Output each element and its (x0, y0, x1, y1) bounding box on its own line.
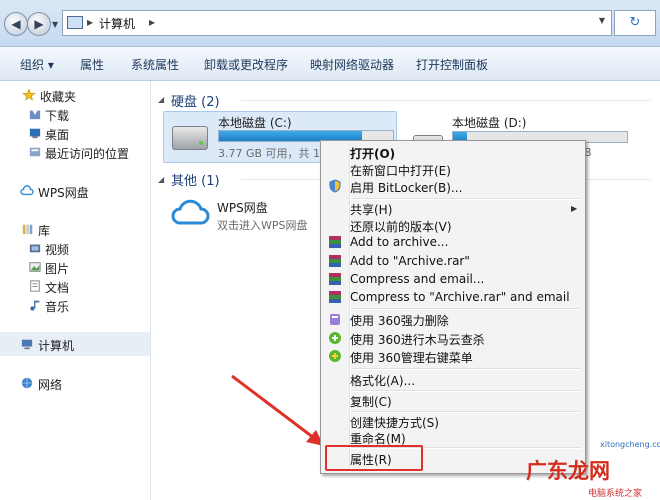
cloud-icon (20, 185, 34, 196)
winrar-icon (329, 255, 341, 267)
wps-cloud-description: 双击进入WPS网盘 (217, 219, 308, 232)
menu-item-360-trojan-scan[interactable]: 使用 360进行木马云查杀 (350, 331, 485, 348)
computer-icon (67, 16, 83, 29)
network-icon (21, 377, 33, 389)
open-control-panel-button[interactable]: 打开控制面板 (416, 56, 488, 73)
menu-item-format[interactable]: 格式化(A)... (350, 372, 415, 389)
drive-c-free-space: 3.77 GB 可用，共 17 (218, 147, 328, 160)
menu-item-create-shortcut[interactable]: 创建快捷方式(S) (350, 414, 439, 431)
menu-separator (351, 368, 581, 370)
back-arrow-icon: ◀ (11, 17, 21, 31)
download-folder-icon (29, 110, 41, 120)
sidebar-item-favorites[interactable]: 收藏夹 (40, 88, 76, 105)
navigation-pane: 收藏夹 下载 桌面 最近访问的位置 WPS网盘 库 视频 图片 文档 音乐 计算… (0, 81, 151, 500)
menu-item-add-to-archive[interactable]: Add to archive... (350, 235, 448, 249)
menu-item-share[interactable]: 共享(H) (350, 201, 392, 218)
properties-button[interactable]: 属性 (80, 56, 104, 73)
menu-item-bitlocker[interactable]: 启用 BitLocker(B)... (350, 179, 462, 196)
sidebar-item-downloads[interactable]: 下载 (45, 107, 69, 124)
sidebar-item-computer[interactable]: 计算机 (38, 337, 74, 354)
menu-item-compress-and-email[interactable]: Compress and email... (350, 272, 484, 286)
menu-separator (351, 390, 581, 392)
group-header-hard-disks[interactable]: 硬盘 (2) (171, 91, 220, 110)
collapse-triangle-icon[interactable]: ◢ (158, 175, 164, 184)
collapse-triangle-icon[interactable]: ◢ (158, 95, 164, 104)
pictures-icon (29, 262, 41, 272)
sidebar-item-videos[interactable]: 视频 (45, 241, 69, 258)
winrar-icon (329, 236, 341, 248)
star-icon (22, 89, 36, 101)
forward-button[interactable]: ▶ (27, 12, 51, 36)
refresh-icon: ↻ (629, 15, 641, 30)
menu-item-add-to-archive-rar[interactable]: Add to "Archive.rar" (350, 254, 470, 268)
forward-arrow-icon: ▶ (34, 17, 44, 31)
refresh-button[interactable]: ↻ (614, 10, 656, 36)
menu-item-360-manage-menu[interactable]: 使用 360管理右键菜单 (350, 349, 473, 366)
group-divider (241, 100, 651, 101)
path-separator[interactable]: ▸ (149, 15, 155, 29)
annotation-arrow-icon (231, 374, 324, 446)
winrar-icon (329, 273, 341, 285)
shield-icon (329, 179, 341, 193)
drive-c-name: 本地磁盘 (C:) (218, 116, 292, 130)
menu-item-compress-rar-and-email[interactable]: Compress to "Archive.rar" and email (350, 290, 570, 304)
path-box[interactable]: ▸ 计算机 ▸ ▼ (62, 10, 612, 36)
watermark-subtitle: 电脑系统之家 (588, 489, 643, 499)
path-separator[interactable]: ▸ (87, 15, 93, 29)
menu-item-open-new-window[interactable]: 在新窗口中打开(E) (350, 162, 451, 179)
path-computer-crumb[interactable]: 计算机 (99, 15, 135, 32)
video-icon (29, 244, 41, 253)
back-button[interactable]: ◀ (4, 12, 28, 36)
submenu-arrow-icon: ▶ (571, 204, 578, 213)
sidebar-item-music[interactable]: 音乐 (45, 298, 69, 315)
360-manage-icon (329, 350, 341, 362)
recent-places-icon (29, 147, 41, 157)
menu-item-copy[interactable]: 复制(C) (350, 393, 392, 410)
menu-item-360-force-delete[interactable]: 使用 360强力删除 (350, 312, 449, 329)
desktop-icon (29, 128, 41, 139)
map-network-drive-button[interactable]: 映射网络驱动器 (310, 56, 394, 73)
group-header-other[interactable]: 其他 (1) (171, 170, 220, 189)
menu-item-restore-versions[interactable]: 还原以前的版本(V) (350, 218, 452, 235)
wps-cloud-icon[interactable] (171, 197, 211, 227)
sidebar-item-network[interactable]: 网络 (38, 376, 62, 393)
sidebar-item-pictures[interactable]: 图片 (45, 260, 69, 277)
sidebar-item-libraries[interactable]: 库 (38, 222, 50, 239)
360-force-delete-icon (330, 314, 340, 325)
properties-highlight-box (325, 445, 423, 471)
menu-separator (351, 308, 581, 310)
watermark-url: xitongcheng.com (600, 440, 660, 449)
computer-icon (21, 339, 33, 350)
sidebar-item-recent-places[interactable]: 最近访问的位置 (45, 145, 129, 162)
documents-icon (30, 280, 40, 292)
address-bar: ◀ ▶ ▼ ▸ 计算机 ▸ ▼ ↻ (0, 0, 660, 47)
sidebar-item-wps-cloud[interactable]: WPS网盘 (38, 184, 89, 201)
wps-cloud-name[interactable]: WPS网盘 (217, 199, 268, 216)
uninstall-program-button[interactable]: 卸载或更改程序 (204, 56, 288, 73)
sidebar-item-desktop[interactable]: 桌面 (45, 126, 69, 143)
360-scan-icon (329, 332, 341, 344)
hard-drive-icon (172, 126, 208, 150)
menu-separator (351, 198, 581, 200)
music-icon (30, 300, 40, 311)
menu-item-open[interactable]: 打开(O) (350, 145, 395, 162)
drive-d-name[interactable]: 本地磁盘 (D:) (452, 114, 526, 131)
winrar-icon (329, 291, 341, 303)
recent-pages-dropdown-icon[interactable]: ▼ (52, 20, 58, 29)
system-properties-button[interactable]: 系统属性 (131, 56, 179, 73)
organize-menu-button[interactable]: 组织 ▾ (20, 56, 54, 73)
command-toolbar: 组织 ▾ 属性 系统属性 卸载或更改程序 映射网络驱动器 打开控制面板 (0, 47, 660, 81)
menu-separator (351, 411, 581, 413)
context-menu: 打开(O) 在新窗口中打开(E) 启用 BitLocker(B)... 共享(H… (320, 140, 586, 474)
watermark-logo: 广东龙网 (526, 458, 610, 483)
sidebar-item-documents[interactable]: 文档 (45, 279, 69, 296)
path-dropdown-icon[interactable]: ▼ (599, 16, 605, 25)
library-icon (22, 224, 33, 235)
